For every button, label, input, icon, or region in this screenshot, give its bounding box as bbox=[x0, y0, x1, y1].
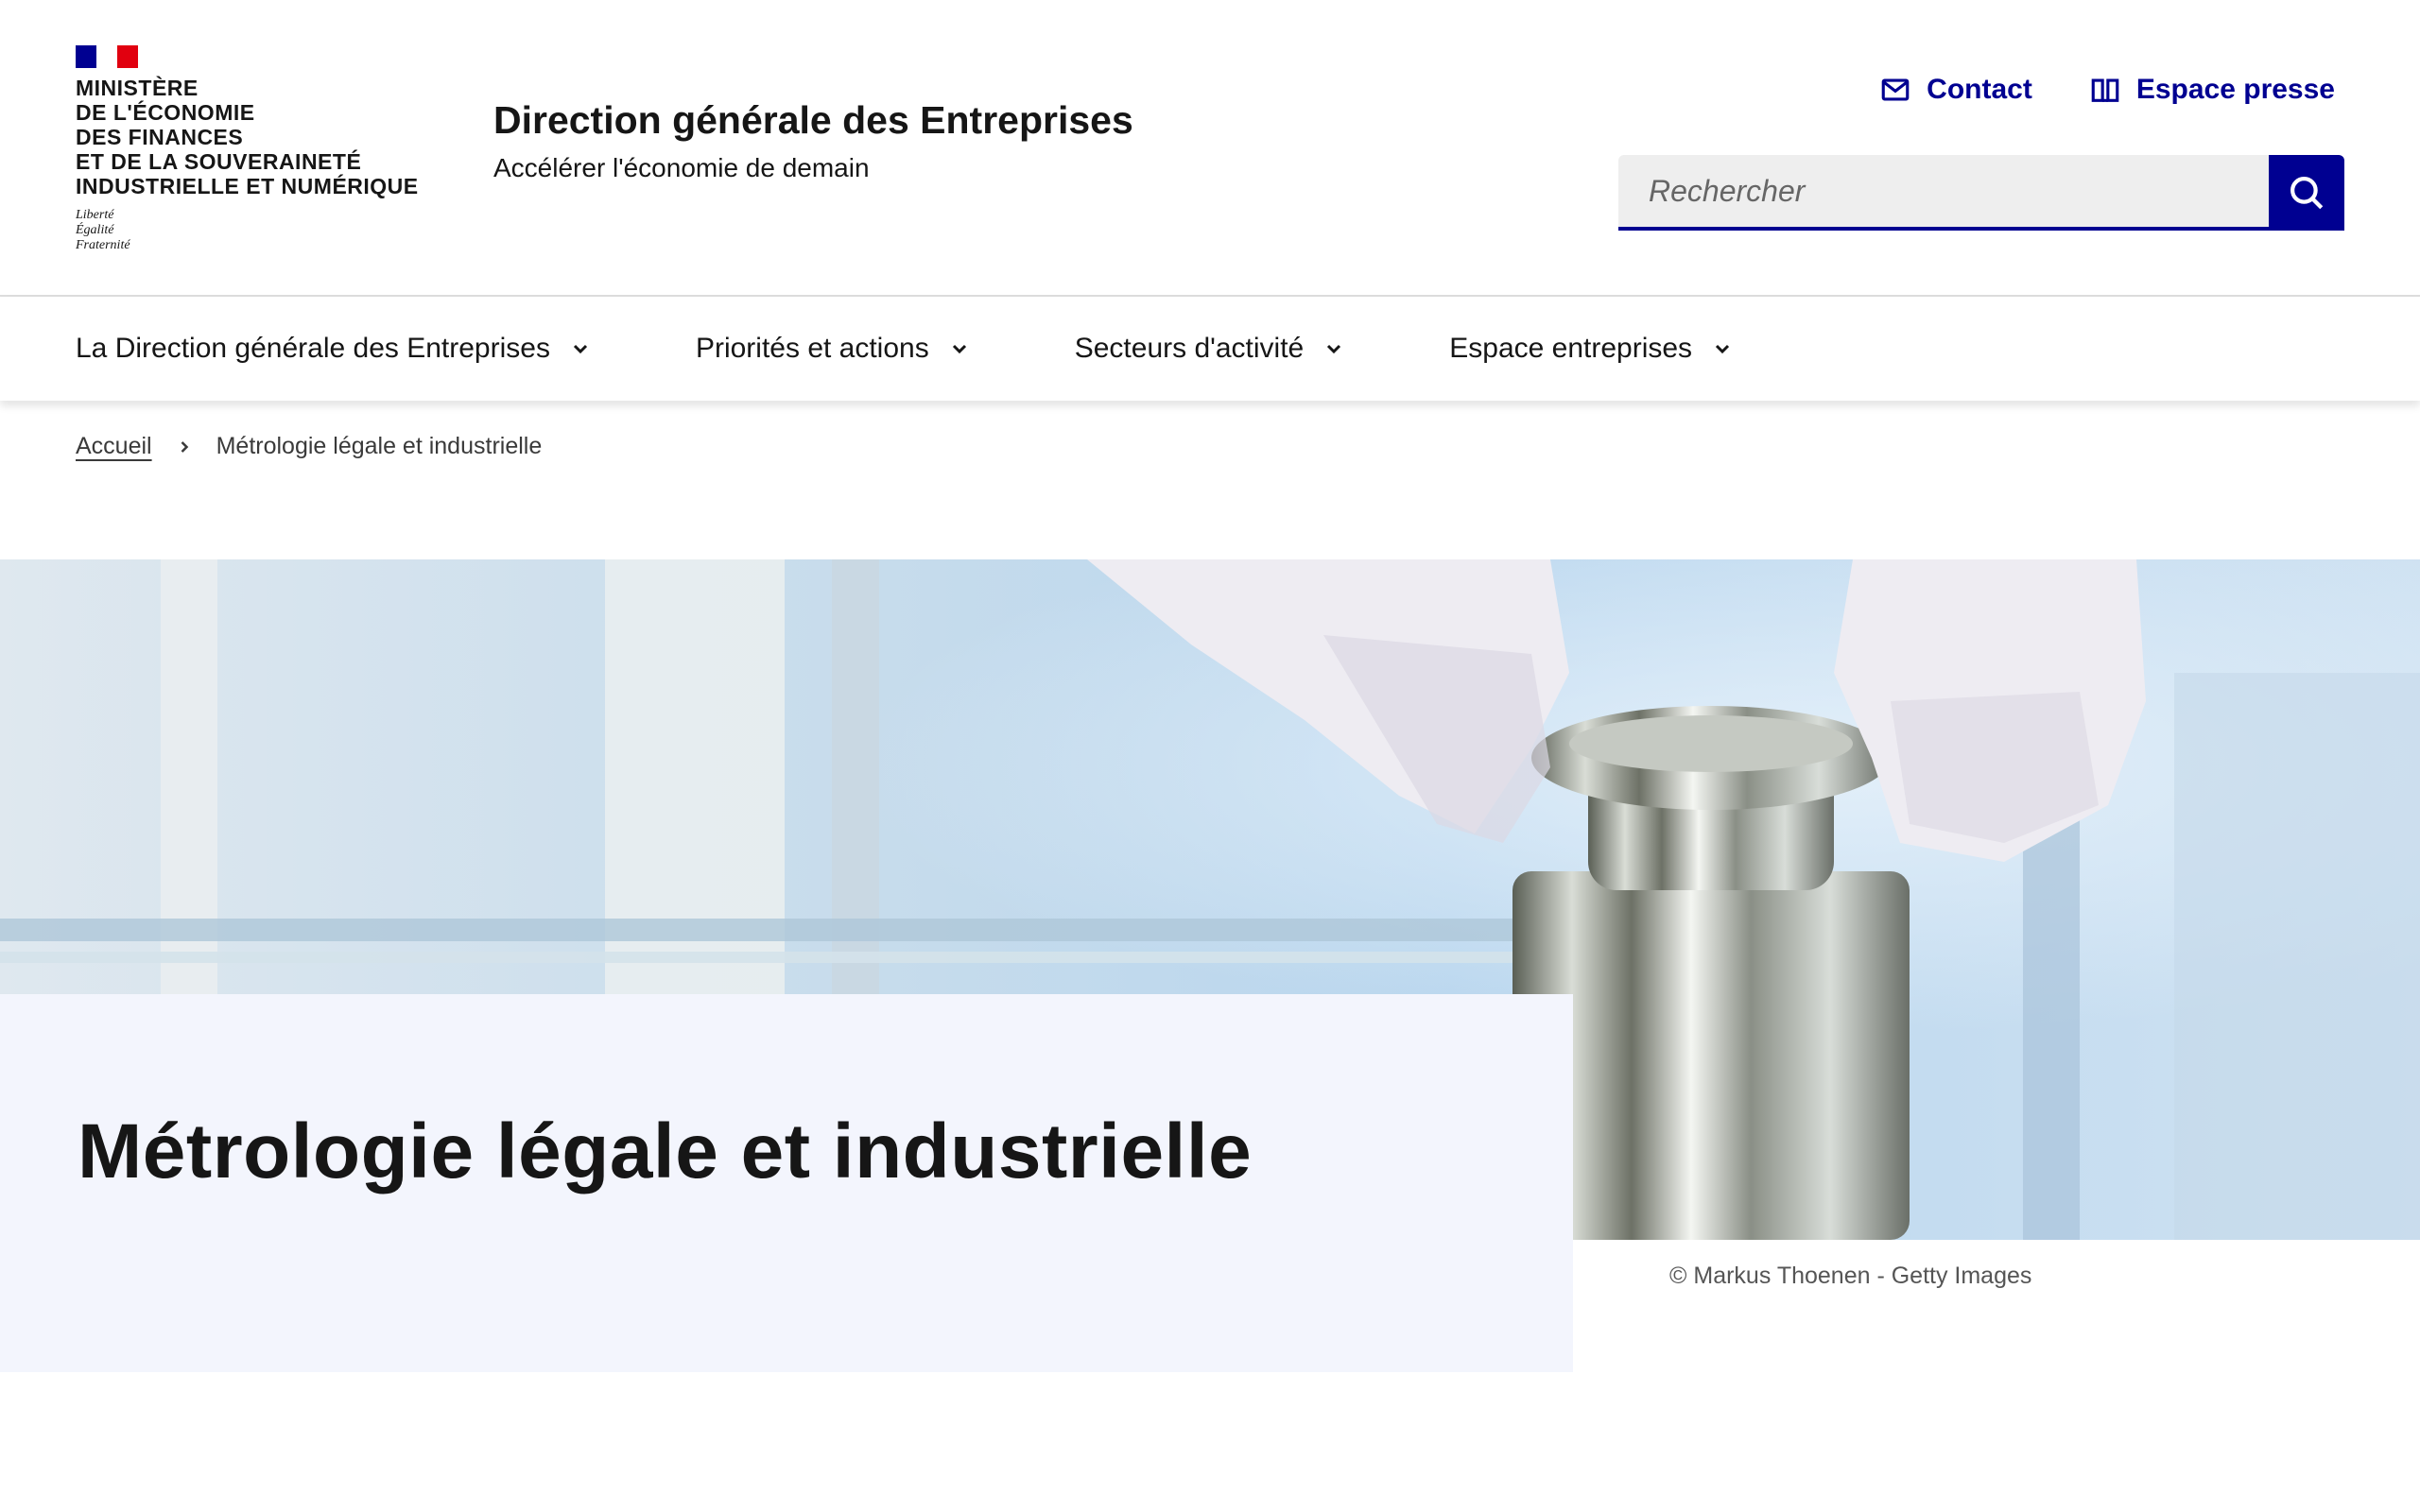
nav-item-label: Priorités et actions bbox=[695, 333, 929, 364]
mail-icon bbox=[1881, 78, 1910, 101]
republic-motto: Liberté Égalité Fraternité bbox=[76, 208, 454, 253]
nav-item-label: Secteurs d'activité bbox=[1074, 333, 1305, 364]
motto-line: Liberté bbox=[76, 208, 114, 222]
ministry-line: et de la Souveraineté bbox=[76, 149, 362, 174]
image-credit: © Markus Thoenen - Getty Images bbox=[1669, 1263, 2032, 1289]
site-tagline: Accélérer l'économie de demain bbox=[493, 153, 870, 182]
nav-item-business-space[interactable]: Espace entreprises bbox=[1449, 333, 1734, 365]
nav-item-dge[interactable]: La Direction générale des Entreprises bbox=[76, 333, 592, 365]
site-title[interactable]: Direction générale des Entreprises bbox=[493, 98, 1133, 143]
search-button[interactable] bbox=[2269, 155, 2344, 231]
ministry-logo[interactable]: Ministère de l'Économie des Finances et … bbox=[76, 45, 454, 253]
nav-item-label: La Direction générale des Entreprises bbox=[76, 333, 550, 364]
search-bar bbox=[1618, 155, 2344, 231]
book-open-icon bbox=[2091, 78, 2119, 102]
contact-link[interactable]: Contact bbox=[1879, 74, 2032, 106]
french-flag-icon bbox=[76, 45, 138, 68]
ministry-line: de l'Économie bbox=[76, 100, 255, 125]
ministry-line: industrielle et numérique bbox=[76, 174, 419, 198]
chevron-down-icon bbox=[1716, 344, 1730, 354]
ministry-name: Ministère de l'Économie des Finances et … bbox=[76, 76, 454, 198]
nav-item-sectors[interactable]: Secteurs d'activité bbox=[1075, 333, 1346, 365]
chevron-down-icon bbox=[952, 344, 966, 354]
contact-label: Contact bbox=[1927, 74, 2032, 105]
breadcrumb: Accueil Métrologie légale et industriell… bbox=[76, 433, 542, 460]
nav-item-label: Espace entreprises bbox=[1449, 333, 1693, 364]
chevron-right-icon bbox=[181, 440, 188, 453]
search-icon bbox=[2290, 177, 2324, 210]
ministry-line: des Finances bbox=[76, 125, 244, 149]
nav-item-priorities[interactable]: Priorités et actions bbox=[696, 333, 971, 365]
page-title: Métrologie légale et industrielle bbox=[78, 1108, 1253, 1194]
motto-line: Fraternité bbox=[76, 238, 130, 252]
press-link[interactable]: Espace presse bbox=[2089, 74, 2335, 106]
chevron-down-icon bbox=[1327, 344, 1341, 354]
search-input[interactable] bbox=[1618, 155, 2269, 231]
ministry-line: Ministère bbox=[76, 76, 199, 100]
header-tools: Contact Espace presse bbox=[1879, 74, 2335, 106]
breadcrumb-home-link[interactable]: Accueil bbox=[76, 433, 152, 460]
chevron-down-icon bbox=[573, 344, 588, 354]
main-navigation: La Direction générale des Entreprises Pr… bbox=[0, 297, 2420, 401]
motto-line: Égalité bbox=[76, 223, 114, 237]
press-label: Espace presse bbox=[2135, 74, 2335, 105]
site-header: Ministère de l'Économie des Finances et … bbox=[0, 0, 2420, 297]
breadcrumb-current: Métrologie légale et industrielle bbox=[216, 433, 543, 459]
